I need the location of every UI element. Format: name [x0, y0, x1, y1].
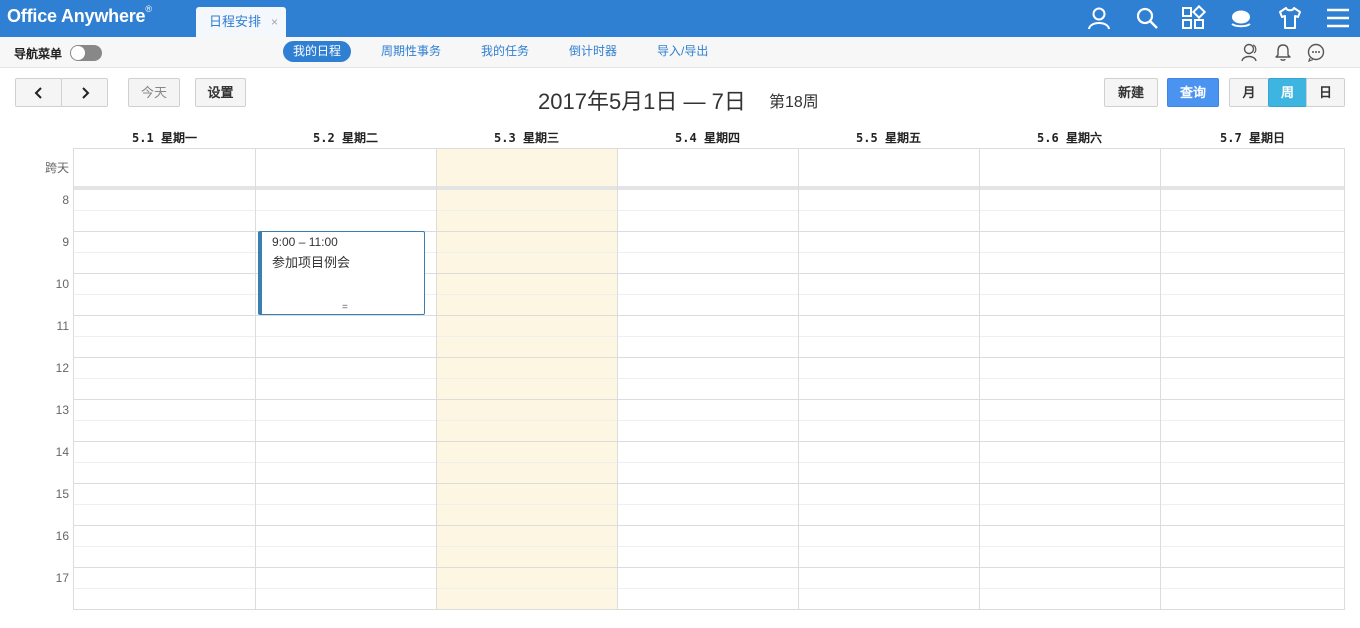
allday-row-label: 跨天 [44, 161, 69, 175]
chevron-right-icon [81, 87, 89, 99]
event-resize-handle[interactable]: = [342, 302, 348, 313]
message-icon[interactable] [1306, 42, 1326, 62]
column-divider [1160, 148, 1161, 610]
day-header-thu: 5.4 星期四 [675, 131, 740, 145]
user-icon[interactable] [1086, 5, 1112, 31]
event-time: 9:00 – 11:00 [272, 235, 338, 249]
half-hour-line [74, 378, 1344, 379]
search-icon[interactable] [1134, 5, 1160, 31]
top-header: Office Anywhere® 日程安排 × [0, 0, 1360, 37]
hour-line [74, 357, 1344, 358]
hour-label: 12 [55, 361, 69, 375]
allday-separator [74, 186, 1344, 190]
column-divider [979, 148, 980, 610]
chat-bubble-icon[interactable] [1228, 5, 1254, 31]
next-week-button[interactable] [61, 78, 108, 107]
today-button[interactable]: 今天 [128, 78, 180, 107]
prev-week-button[interactable] [15, 78, 62, 107]
week-grid[interactable] [73, 148, 1345, 610]
hour-label: 17 [55, 571, 69, 585]
nav-link-import-export[interactable]: 导入/导出 [647, 41, 718, 62]
tab-schedule[interactable]: 日程安排 × [196, 7, 286, 37]
half-hour-line [74, 462, 1344, 463]
column-divider [255, 148, 256, 610]
nav-menu-label: 导航菜单 [14, 47, 63, 61]
nav-link-my-schedule[interactable]: 我的日程 [283, 41, 352, 62]
hour-label: 8 [62, 193, 69, 207]
hour-line [74, 441, 1344, 442]
half-hour-line [74, 420, 1344, 421]
tab-label: 日程安排 [209, 14, 262, 29]
event-title: 参加项目例会 [272, 255, 351, 270]
hour-line [74, 567, 1344, 568]
day-header-fri: 5.5 星期五 [856, 131, 921, 145]
half-hour-line [74, 210, 1344, 211]
hour-label: 9 [62, 235, 69, 249]
hour-label: 14 [55, 445, 69, 459]
calendar-event[interactable]: 9:00 – 11:00 参加项目例会 = [258, 231, 425, 315]
settings-button[interactable]: 设置 [195, 78, 246, 107]
chevron-left-icon [34, 87, 42, 99]
week-number: 第18周 [769, 94, 819, 111]
nav-link-countdown[interactable]: 倒计时器 [559, 41, 627, 62]
half-hour-line [74, 336, 1344, 337]
shirt-icon[interactable] [1277, 5, 1303, 31]
bell-icon[interactable] [1273, 42, 1293, 62]
day-header-sat: 5.6 星期六 [1037, 131, 1102, 145]
day-header-sun: 5.7 星期日 [1220, 131, 1285, 145]
hour-label: 10 [55, 277, 69, 291]
hour-line [74, 483, 1344, 484]
new-event-button[interactable]: 新建 [1104, 78, 1158, 107]
hour-label: 16 [55, 529, 69, 543]
view-day-button[interactable]: 日 [1306, 78, 1345, 107]
tab-close-icon[interactable]: × [271, 7, 278, 37]
half-hour-line [74, 504, 1344, 505]
app-logo: Office Anywhere® [7, 4, 152, 26]
column-divider [617, 148, 618, 610]
hour-label: 11 [56, 319, 69, 333]
query-button[interactable]: 查询 [1167, 78, 1219, 107]
column-divider [436, 148, 437, 610]
nav-link-my-tasks[interactable]: 我的任务 [471, 41, 539, 62]
hour-line [74, 525, 1344, 526]
contacts-icon[interactable] [1240, 42, 1260, 62]
hour-line [74, 399, 1344, 400]
view-month-button[interactable]: 月 [1229, 78, 1269, 107]
hour-label: 13 [55, 403, 69, 417]
half-hour-line [74, 588, 1344, 589]
sub-navbar: 导航菜单 我的日程 周期性事务 我的任务 倒计时器 导入/导出 [0, 37, 1360, 68]
nav-menu-toggle[interactable] [70, 45, 102, 61]
hour-label: 15 [55, 487, 69, 501]
view-week-button[interactable]: 周 [1268, 78, 1307, 107]
column-divider [798, 148, 799, 610]
menu-icon[interactable] [1325, 5, 1351, 31]
day-header-wed: 5.3 星期三 [494, 131, 559, 145]
nav-link-recurring[interactable]: 周期性事务 [371, 41, 451, 62]
registered-mark: ® [145, 4, 152, 14]
date-range-title: 2017年5月1日 — 7日 [538, 89, 746, 114]
apps-icon[interactable] [1180, 5, 1206, 31]
half-hour-line [74, 546, 1344, 547]
day-header-mon: 5.1 星期一 [132, 131, 197, 145]
day-header-tue: 5.2 星期二 [313, 131, 378, 145]
hour-line [74, 315, 1344, 316]
